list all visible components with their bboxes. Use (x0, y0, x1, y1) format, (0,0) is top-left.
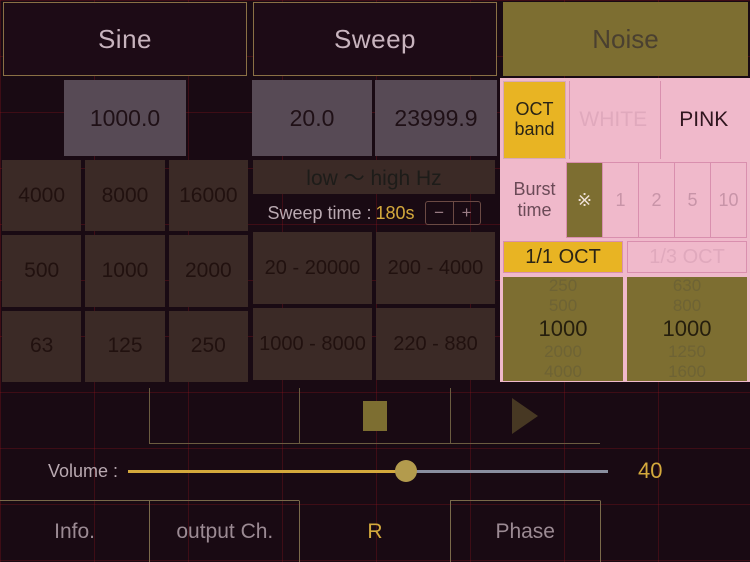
bottom-tab-empty (599, 500, 750, 562)
transport-cell-empty-mid (149, 388, 300, 444)
freq-preset-button[interactable]: 4000 (2, 160, 82, 232)
picker-selected-value: 1000 (538, 316, 588, 341)
waveform-tab-bar: Sine Sweep (0, 2, 500, 76)
white-noise-button[interactable]: WHITE (569, 81, 657, 159)
bottom-tab-output-channel[interactable]: output Ch. (149, 500, 300, 562)
picker-value: 4000 (544, 362, 582, 381)
sweep-high-frequency-field[interactable]: 23999.9 (375, 80, 497, 156)
volume-slider[interactable] (128, 460, 609, 482)
picker-value: 800 (672, 296, 702, 315)
pink-noise-button[interactable]: PINK (659, 81, 747, 159)
transport-bar (0, 388, 750, 444)
sweep-time-decrement-button[interactable]: − (426, 202, 453, 224)
frequency-preset-grid: 4000 8000 16000 500 1000 2000 63 125 250 (2, 160, 248, 382)
play-triangle-icon (512, 397, 539, 434)
picker-selected-value: 1000 (662, 316, 712, 341)
sweep-time-row: Sweep time : 180s − + (253, 198, 495, 228)
tab-sweep[interactable]: Sweep (253, 2, 497, 76)
picker-value: 1250 (668, 342, 706, 361)
burst-time-option-5[interactable]: 5 (674, 163, 710, 237)
volume-label: Volume : (48, 460, 119, 481)
bottom-tab-bar: Info. output Ch. R Phase (0, 500, 750, 562)
burst-time-option-2[interactable]: 2 (638, 163, 674, 237)
picker-value: 250 (548, 277, 578, 295)
stop-button[interactable] (299, 388, 450, 444)
burst-time-option-10[interactable]: 10 (710, 163, 746, 237)
transport-cell-empty-right (600, 388, 750, 444)
stop-square-icon (363, 400, 387, 431)
burst-time-option-continuous[interactable]: ※ (567, 163, 602, 237)
volume-value: 40 (638, 458, 663, 483)
app-root: Sine Sweep Noise 1000.0 20.0 23999.9 400… (0, 0, 750, 562)
sine-frequency-field[interactable]: 1000.0 (64, 80, 186, 156)
picker-value: 2000 (544, 342, 582, 361)
burst-label-line2: time (517, 200, 552, 220)
burst-time-row: Burst time ※ 1 2 5 10 (503, 162, 747, 238)
oct-band-label-line2: band (514, 119, 555, 139)
freq-preset-button[interactable]: 500 (2, 235, 82, 307)
sweep-panel: low 〜 high Hz Sweep time : 180s − + 20 -… (250, 160, 498, 382)
tab-sine[interactable]: Sine (3, 2, 247, 76)
picker-value: 1600 (668, 362, 706, 381)
octave-band-pickers: 125 250 500 1000 2000 4000 8000 500 630 … (503, 277, 747, 381)
bottom-tab-phase[interactable]: Phase (449, 500, 600, 562)
frequency-value-row: 1000.0 20.0 23999.9 (0, 80, 500, 156)
one-one-octave-button[interactable]: 1/1 OCT (503, 241, 623, 273)
freq-preset-button[interactable]: 8000 (85, 160, 165, 232)
sweep-time-value: 180s (375, 202, 415, 223)
picker-value: 630 (672, 277, 702, 295)
play-button[interactable] (449, 388, 600, 444)
oct-band-label-line1: OCT (515, 99, 554, 120)
sweep-preset-button[interactable]: 1000 - 8000 (253, 308, 372, 380)
freq-preset-button[interactable]: 63 (2, 310, 82, 382)
burst-time-label: Burst time (503, 162, 566, 238)
oct-band-button[interactable]: OCT band (503, 81, 566, 159)
one-third-octave-button[interactable]: 1/3 OCT (627, 241, 747, 273)
freq-preset-button[interactable]: 125 (85, 310, 165, 382)
noise-type-row: OCT band WHITE PINK (503, 81, 747, 159)
sweep-range-label[interactable]: low 〜 high Hz (253, 160, 495, 194)
sweep-preset-button[interactable]: 200 - 4000 (376, 232, 495, 304)
transport-cell-empty-left (0, 388, 149, 444)
freq-preset-button[interactable]: 1000 (85, 235, 165, 307)
bottom-tab-info[interactable]: Info. (0, 500, 150, 562)
noise-panel: OCT band WHITE PINK Burst time ※ 1 2 5 1… (500, 78, 750, 382)
freq-preset-button[interactable]: 2000 (168, 235, 248, 307)
volume-slider-knob[interactable] (395, 460, 418, 482)
freq-preset-button[interactable]: 16000 (168, 160, 248, 232)
volume-row: Volume : 40 (0, 446, 750, 496)
sweep-preset-button[interactable]: 20 - 20000 (253, 232, 372, 304)
sweep-time-increment-button[interactable]: + (452, 202, 480, 224)
sweep-time-label: Sweep time : (267, 202, 372, 223)
volume-slider-fill (128, 469, 407, 473)
burst-time-segmented-control: ※ 1 2 5 10 (566, 162, 747, 238)
bottom-tab-channel-r[interactable]: R (299, 500, 449, 562)
burst-time-option-1[interactable]: 1 (602, 163, 638, 237)
octave-mode-row: 1/1 OCT 1/3 OCT (503, 241, 747, 273)
sweep-preset-button[interactable]: 220 - 880 (376, 308, 495, 380)
one-one-octave-picker[interactable]: 125 250 500 1000 2000 4000 8000 (503, 277, 623, 381)
sweep-low-frequency-field[interactable]: 20.0 (252, 80, 372, 156)
burst-label-line1: Burst (513, 179, 556, 200)
picker-value: 500 (548, 296, 578, 315)
one-third-octave-picker[interactable]: 500 630 800 1000 1250 1600 2000 (627, 277, 747, 381)
tab-noise[interactable]: Noise (503, 2, 748, 76)
freq-preset-button[interactable]: 250 (168, 310, 248, 382)
sweep-preset-grid: 20 - 20000 200 - 4000 1000 - 8000 220 - … (253, 232, 495, 380)
sweep-time-stepper: − + (424, 201, 481, 225)
